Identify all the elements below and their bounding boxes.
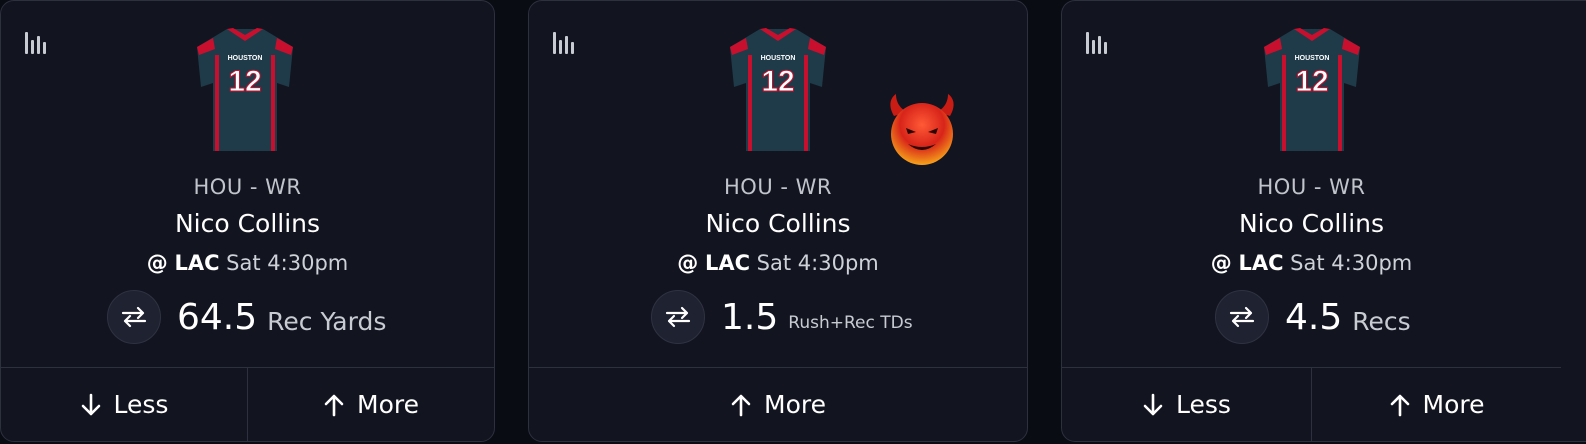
more-button[interactable]: More — [1311, 368, 1561, 441]
swap-arrows-icon[interactable] — [1215, 290, 1269, 344]
arrow-up-icon — [731, 394, 751, 416]
jersey-team-text: HOUSTON — [761, 55, 796, 62]
arrow-up-icon — [324, 394, 344, 416]
stat-type: Rec Yards — [267, 306, 387, 336]
team-position: HOU - WR — [724, 175, 832, 199]
game-time: Sat 4:30pm — [756, 251, 879, 275]
more-label: More — [1422, 390, 1485, 419]
arrow-down-icon — [1143, 393, 1163, 415]
player-name: Nico Collins — [1238, 209, 1385, 238]
arrow-up-icon — [1390, 394, 1409, 416]
jersey-number: 12 — [761, 65, 794, 98]
more-button[interactable]: More — [529, 368, 1027, 441]
jersey-team-text: HOUSTON — [228, 55, 263, 62]
line-value: 1.5 — [721, 296, 779, 338]
more-label: More — [357, 390, 419, 419]
pick-buttons: Less More — [1, 367, 494, 441]
arrow-down-icon — [81, 393, 100, 415]
player-name: Nico Collins — [705, 209, 851, 238]
more-label: More — [764, 390, 826, 419]
team-position: HOU - WR — [193, 175, 302, 199]
pick-buttons: More — [529, 367, 1027, 441]
stat-type: Recs — [1352, 306, 1411, 336]
game-info: @ LAC Sat 4:30pm — [1210, 251, 1413, 275]
jersey-team-text: HOUSTON — [1295, 55, 1330, 62]
projection-line: 1.5 Rush+Rec TDs — [651, 289, 913, 345]
less-button[interactable]: Less — [1, 368, 247, 441]
opponent: LAC — [1238, 251, 1284, 275]
swap-arrows-icon[interactable] — [651, 290, 705, 344]
game-time: Sat 4:30pm — [226, 251, 349, 275]
projection-line: 64.5 Rec Yards — [107, 289, 386, 345]
bar-chart-icon[interactable] — [553, 32, 577, 54]
prop-card-rush-rec-tds: HOUSTON 12 HOU - WR Nico Collins @ LAC S… — [528, 0, 1028, 442]
opponent: LAC — [704, 251, 750, 275]
player-name: Nico Collins — [174, 209, 321, 238]
swap-arrows-icon[interactable] — [107, 290, 161, 344]
stat-type: Rush+Rec TDs — [788, 313, 913, 333]
prop-card-rec-yards: HOUSTON 12 HOU - WR Nico Collins @ LAC S… — [0, 0, 495, 442]
less-label: Less — [113, 390, 169, 419]
jersey-number: 12 — [228, 65, 261, 98]
jersey-number: 12 — [1295, 65, 1328, 98]
opponent: LAC — [174, 251, 220, 275]
prop-card-recs: HOUSTON 12 HOU - WR Nico Collins @ LAC S… — [1061, 0, 1586, 442]
game-time: Sat 4:30pm — [1290, 251, 1413, 275]
pick-buttons: Less More — [1062, 367, 1561, 441]
devil-emoji-icon — [884, 92, 960, 168]
projection-line: 4.5 Recs — [1215, 289, 1411, 345]
game-info: @ LAC Sat 4:30pm — [677, 251, 879, 275]
more-button[interactable]: More — [247, 368, 494, 441]
team-position: HOU - WR — [1257, 175, 1366, 199]
line-value: 64.5 — [177, 296, 258, 338]
less-label: Less — [1176, 390, 1231, 419]
less-button[interactable]: Less — [1062, 368, 1311, 441]
game-info: @ LAC Sat 4:30pm — [146, 251, 349, 275]
jersey-image: HOUSTON 12 — [726, 25, 830, 153]
bar-chart-icon[interactable] — [1086, 32, 1110, 54]
line-value: 4.5 — [1285, 296, 1343, 338]
bar-chart-icon[interactable] — [25, 32, 49, 54]
jersey-image: HOUSTON 12 — [193, 25, 297, 153]
jersey-image: HOUSTON 12 — [1260, 25, 1364, 153]
